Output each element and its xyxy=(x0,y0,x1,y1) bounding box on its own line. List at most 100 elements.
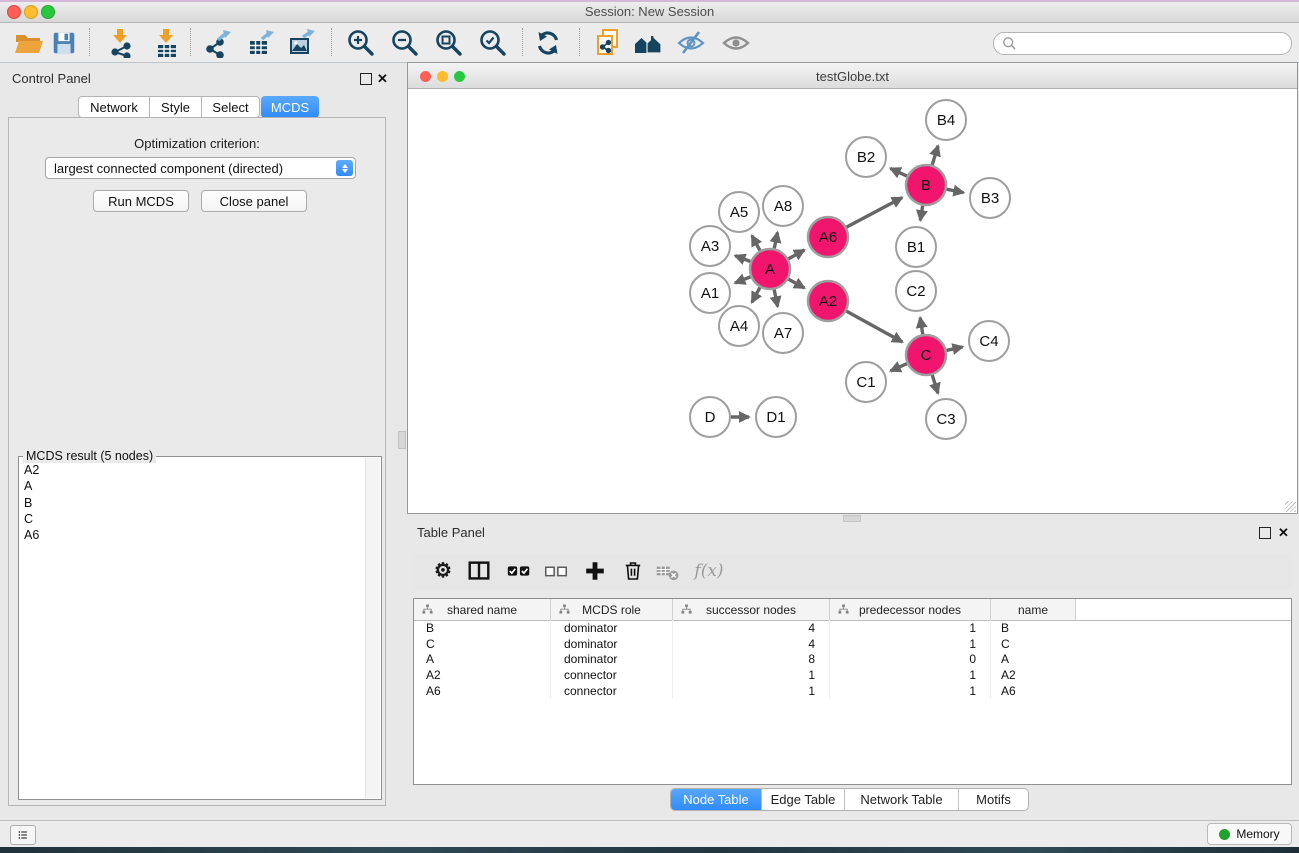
search-input[interactable] xyxy=(1022,36,1291,52)
graph-edge-B-B3[interactable] xyxy=(947,189,964,192)
graph-edge-A2-C[interactable] xyxy=(846,311,902,342)
graph-edge-A-A7[interactable] xyxy=(774,290,777,307)
clone-network-icon[interactable] xyxy=(591,26,625,59)
table-row[interactable]: Bdominator41B xyxy=(414,620,1291,636)
table-toolbar: ⚙ f(x) xyxy=(415,553,1292,590)
column-header-1[interactable]: MCDS role xyxy=(551,599,673,620)
control-panel-close-icon[interactable]: ✕ xyxy=(377,73,388,85)
graph-edge-A-A1[interactable] xyxy=(735,277,750,283)
graph-edge-B-B2[interactable] xyxy=(890,168,907,176)
graph-edge-C-C2[interactable] xyxy=(920,318,923,335)
hierarchy-icon xyxy=(681,604,692,615)
tab-network[interactable]: Network xyxy=(78,96,150,118)
import-network-icon[interactable] xyxy=(104,26,138,59)
tab-motifs[interactable]: Motifs xyxy=(958,789,1028,810)
task-history-icon[interactable] xyxy=(10,825,36,845)
table-row[interactable]: A2connector11A2 xyxy=(414,667,1291,683)
table-cell: 8 xyxy=(673,652,830,668)
zoom-fit-content-icon[interactable] xyxy=(432,26,466,59)
memory-button[interactable]: Memory xyxy=(1207,823,1292,845)
column-view-icon[interactable] xyxy=(463,555,495,587)
run-mcds-button[interactable]: Run MCDS xyxy=(93,190,189,212)
graph-edge-A-A3[interactable] xyxy=(735,256,750,262)
graph-edge-A-A4[interactable] xyxy=(752,287,760,302)
graph-edge-B-B1[interactable] xyxy=(920,206,922,221)
vertical-split-divider-grip[interactable] xyxy=(398,431,406,449)
zoom-out-icon[interactable] xyxy=(388,26,422,59)
save-session-icon[interactable] xyxy=(47,26,81,59)
tab-node-table[interactable]: Node Table xyxy=(671,789,761,810)
control-panel-float-icon[interactable] xyxy=(360,73,372,85)
table-row[interactable]: Cdominator41C xyxy=(414,636,1291,652)
graph-edge-C-C4[interactable] xyxy=(946,347,962,351)
zoom-in-icon[interactable] xyxy=(344,26,378,59)
graph-node-label: A3 xyxy=(701,238,719,255)
network-canvas[interactable]: B4B2BB3A5A8A6A3B1AA1C2A2A4A7C4CC1C3DD1 xyxy=(408,89,1297,513)
home-icon[interactable] xyxy=(631,26,665,59)
open-session-icon[interactable] xyxy=(11,26,45,59)
import-table-icon[interactable] xyxy=(150,26,184,59)
mcds-result-list[interactable]: A2ABCA6 xyxy=(19,457,366,799)
column-header-2[interactable]: successor nodes xyxy=(673,599,830,620)
graph-edge-A-A8[interactable] xyxy=(774,232,777,248)
zoom-selected-icon[interactable] xyxy=(476,26,510,59)
table-body: Bdominator41BCdominator41CAdominator80AA… xyxy=(414,620,1291,784)
table-panel: Table Panel ✕ ⚙ xyxy=(407,520,1299,820)
export-image-icon[interactable] xyxy=(285,26,319,59)
show-eye-icon[interactable] xyxy=(719,26,753,59)
delete-column-icon[interactable] xyxy=(617,555,649,587)
column-header-4[interactable]: name xyxy=(991,599,1076,620)
export-network-icon[interactable] xyxy=(201,26,235,59)
table-cell: 1 xyxy=(830,636,991,652)
memory-status-icon xyxy=(1219,829,1230,840)
delete-table-icon[interactable] xyxy=(652,555,684,587)
graph-node-label: A5 xyxy=(730,204,748,221)
graph-edge-A6-B[interactable] xyxy=(847,198,903,228)
result-item[interactable]: A6 xyxy=(24,527,366,543)
result-item[interactable]: B xyxy=(24,495,366,511)
add-column-icon[interactable] xyxy=(579,555,611,587)
column-header-3[interactable]: predecessor nodes xyxy=(830,599,991,620)
result-scrollbar[interactable] xyxy=(365,458,380,798)
table-panel-close-icon[interactable]: ✕ xyxy=(1278,527,1289,539)
hierarchy-icon xyxy=(422,604,433,615)
hide-eye-icon[interactable] xyxy=(674,26,708,59)
tab-style[interactable]: Style xyxy=(150,96,202,118)
optimization-criterion-label: Optimization criterion: xyxy=(9,136,385,151)
table-row[interactable]: Adominator80A xyxy=(414,652,1291,668)
table-row[interactable]: A6connector11A6 xyxy=(414,683,1291,699)
hierarchy-icon xyxy=(559,604,570,615)
column-header-0[interactable]: shared name xyxy=(414,599,551,620)
result-item[interactable]: A xyxy=(24,478,366,494)
deselect-all-checkboxes-icon[interactable] xyxy=(540,555,572,587)
graph-node-label: C4 xyxy=(979,333,998,350)
select-all-checkboxes-icon[interactable] xyxy=(503,555,535,587)
graph-edge-A-A5[interactable] xyxy=(752,236,760,251)
search-field[interactable] xyxy=(993,32,1292,55)
window-resize-grip[interactable] xyxy=(1285,501,1296,512)
refresh-layout-icon[interactable] xyxy=(531,26,565,59)
status-bar: Memory xyxy=(0,820,1299,847)
tab-mcds[interactable]: MCDS xyxy=(261,96,319,118)
table-cell: 0 xyxy=(830,652,991,668)
graph-node-label: A7 xyxy=(774,325,792,342)
export-table-icon[interactable] xyxy=(244,26,278,59)
result-item[interactable]: A2 xyxy=(24,462,366,478)
tab-edge-table[interactable]: Edge Table xyxy=(761,789,844,810)
control-panel-title: Control Panel xyxy=(12,71,91,86)
graph-node-label: D xyxy=(705,409,716,426)
result-item[interactable]: C xyxy=(24,511,366,527)
tab-network-table[interactable]: Network Table xyxy=(844,789,958,810)
tab-select[interactable]: Select xyxy=(202,96,260,118)
optimization-criterion-select[interactable]: largest connected component (directed) xyxy=(45,157,356,179)
graph-edge-B-B4[interactable] xyxy=(932,146,938,165)
function-builder-icon[interactable]: f(x) xyxy=(687,555,731,587)
settings-gear-icon[interactable]: ⚙ xyxy=(427,555,459,587)
graph-edge-C-C3[interactable] xyxy=(932,375,938,393)
graph-edge-C-C1[interactable] xyxy=(891,364,907,371)
table-panel-float-icon[interactable] xyxy=(1259,527,1271,539)
graph-edge-A-A2[interactable] xyxy=(788,279,804,288)
graph-edge-A-A6[interactable] xyxy=(788,250,804,259)
close-panel-button[interactable]: Close panel xyxy=(201,190,307,212)
network-view-window: testGlobe.txt B4B2BB3A5A8A6A3B1AA1C2A2A4… xyxy=(407,62,1298,514)
